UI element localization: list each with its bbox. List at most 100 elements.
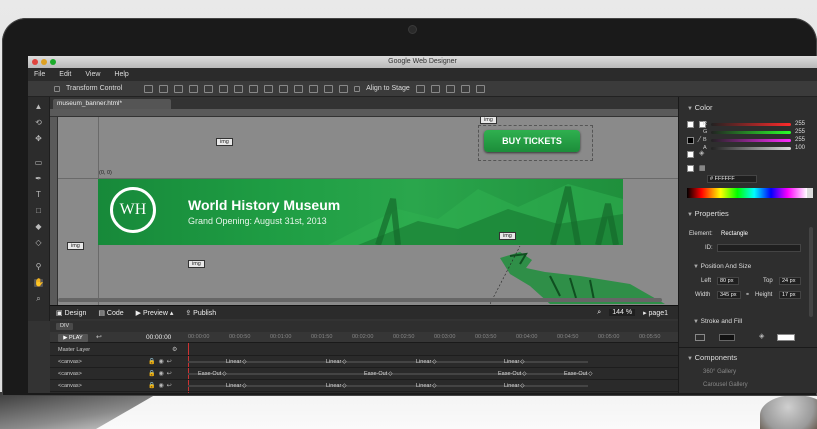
black-swatch[interactable]: [687, 137, 694, 144]
keyframe-easing-label[interactable]: Ease-Out: [364, 370, 392, 378]
top-input[interactable]: 24 px: [779, 277, 801, 285]
channel-slider[interactable]: [711, 139, 791, 142]
keyframe-easing-label[interactable]: Linear: [504, 358, 525, 366]
img-placeholder-tag[interactable]: img: [499, 232, 516, 240]
publish-button[interactable]: ⇪ Publish: [185, 309, 216, 317]
maximize-window-icon[interactable]: [50, 59, 56, 65]
preview-button[interactable]: ▶ Preview ▴: [136, 309, 174, 317]
properties-scrollbar[interactable]: [809, 227, 813, 317]
timeline-layer-row[interactable]: <canvas> 🔒◉↩ Linear Linear Linear Linear: [50, 380, 678, 392]
dinosaur-skeleton-image[interactable]: [490, 246, 670, 306]
channel-value[interactable]: 255: [795, 137, 805, 143]
channel-slider[interactable]: [711, 147, 791, 150]
left-input[interactable]: 80 px: [717, 277, 739, 285]
ungroup-icon[interactable]: [430, 84, 440, 93]
pen-tool-icon[interactable]: ✒: [34, 175, 43, 183]
components-panel-title[interactable]: Components: [687, 353, 738, 362]
img-placeholder-tag[interactable]: img: [216, 138, 233, 146]
color-spectrum[interactable]: [687, 188, 807, 198]
stroke-color-swatch[interactable]: [719, 334, 735, 341]
layer-name[interactable]: <canvas>: [58, 383, 82, 389]
3d-rotate-tool-icon[interactable]: ⟲: [34, 119, 43, 127]
menu-help[interactable]: Help: [114, 71, 128, 78]
align-center-icon[interactable]: [159, 84, 169, 93]
layout-icon[interactable]: [475, 84, 485, 93]
component-item[interactable]: 360° Gallery: [703, 369, 736, 375]
3d-translate-tool-icon[interactable]: ✥: [34, 135, 43, 143]
keyframe-easing-label[interactable]: Linear: [416, 382, 437, 390]
swatch-small[interactable]: [687, 165, 694, 172]
stroke-fill-title[interactable]: Stroke and Fill: [693, 318, 743, 325]
position-size-title[interactable]: Position And Size: [693, 263, 752, 270]
code-view-button[interactable]: ▤ Code: [98, 309, 123, 317]
buy-tickets-button[interactable]: BUY TICKETS: [484, 130, 580, 152]
keyframe-easing-label[interactable]: Ease-Out: [564, 370, 592, 378]
img-placeholder-tag[interactable]: img: [480, 116, 497, 124]
horizontal-ruler[interactable]: [50, 109, 678, 117]
transform-checkbox[interactable]: [54, 85, 60, 92]
menu-view[interactable]: View: [85, 71, 100, 78]
eyedropper-icon[interactable]: ⁄: [699, 135, 700, 144]
stroke-tool-icon[interactable]: ◇: [34, 239, 43, 247]
channel-value[interactable]: 255: [795, 121, 805, 127]
stage-horizontal-scrollbar[interactable]: [58, 298, 662, 302]
match-width-icon[interactable]: [324, 84, 334, 93]
timeline-layer-row[interactable]: <canvas> 🔒◉↩ Ease-Out Ease-Out Ease-Out Ease-…: [50, 368, 678, 380]
layer-track[interactable]: [188, 385, 588, 387]
page-selector[interactable]: ▸ page1: [643, 309, 668, 317]
fill-swatch[interactable]: [687, 121, 694, 128]
menu-file[interactable]: File: [34, 71, 45, 78]
arrange-icon[interactable]: [445, 84, 455, 93]
zoom-tool-icon[interactable]: ⌕: [34, 295, 43, 303]
group-icon[interactable]: [415, 84, 425, 93]
gradient-icon[interactable]: ▦: [699, 164, 706, 172]
white-swatch[interactable]: [687, 151, 694, 158]
hex-input[interactable]: # FFFFFF: [707, 175, 757, 183]
minimize-window-icon[interactable]: [41, 59, 47, 65]
channel-value[interactable]: 255: [795, 129, 805, 135]
eyedropper-tool-icon[interactable]: ⚲: [34, 263, 43, 271]
img-placeholder-tag[interactable]: img: [67, 242, 84, 250]
timeline-layer-row[interactable]: <canvas> 🔒◉↩ Linear Linear Linear Linear: [50, 356, 678, 368]
fill-color-swatch[interactable]: [777, 334, 795, 341]
layer-lock-visibility-icons[interactable]: 🔒◉↩: [148, 370, 175, 377]
layer-track[interactable]: [188, 361, 588, 363]
close-window-icon[interactable]: [32, 59, 38, 65]
design-view-button[interactable]: ▣ Design: [56, 309, 86, 317]
width-input[interactable]: 345 px: [717, 291, 741, 299]
align-right-icon[interactable]: [174, 84, 184, 93]
hand-tool-icon[interactable]: ✋: [34, 279, 44, 287]
vertical-ruler[interactable]: [50, 117, 58, 305]
height-input[interactable]: 17 px: [779, 291, 801, 299]
layer-name[interactable]: <canvas>: [58, 371, 82, 377]
distribute-v-icon[interactable]: [249, 84, 259, 93]
keyframe-easing-label[interactable]: Linear: [226, 358, 247, 366]
align-top-icon[interactable]: [189, 84, 199, 93]
channel-slider[interactable]: [711, 131, 791, 134]
align-stage-checkbox[interactable]: [354, 85, 361, 92]
align-bottom-icon[interactable]: [219, 84, 229, 93]
stroke-color-icon[interactable]: [695, 334, 705, 341]
channel-slider[interactable]: [711, 123, 791, 126]
channel-value[interactable]: 100: [795, 145, 805, 151]
keyframe-easing-label[interactable]: Linear: [416, 358, 437, 366]
layer-lock-visibility-icons[interactable]: 🔒◉↩: [148, 358, 175, 365]
wrap-icon[interactable]: [460, 84, 470, 93]
keyframe-easing-label[interactable]: Linear: [326, 382, 347, 390]
distribute-bottom-icon[interactable]: [279, 84, 289, 93]
layer-settings-icon[interactable]: ⚙: [172, 346, 180, 353]
spectrum-scrollbar[interactable]: [807, 188, 813, 198]
layer-name[interactable]: Master Layer: [58, 347, 90, 353]
timeline-layer-row[interactable]: Master Layer ⚙: [50, 344, 678, 356]
menu-edit[interactable]: Edit: [59, 71, 71, 78]
img-placeholder-tag[interactable]: img: [188, 260, 205, 268]
keyframe-easing-label[interactable]: Linear: [226, 382, 247, 390]
distribute-left-icon[interactable]: [294, 84, 304, 93]
shape-tool-icon[interactable]: □: [34, 207, 43, 215]
lock-aspect-icon[interactable]: ⚭: [745, 291, 750, 298]
breadcrumb-div[interactable]: DIV: [56, 323, 74, 330]
selection-tool-icon[interactable]: ▲: [34, 103, 43, 111]
id-input[interactable]: [717, 244, 801, 252]
fill-tool-icon[interactable]: ◆: [34, 223, 43, 231]
align-middle-icon[interactable]: [204, 84, 214, 93]
